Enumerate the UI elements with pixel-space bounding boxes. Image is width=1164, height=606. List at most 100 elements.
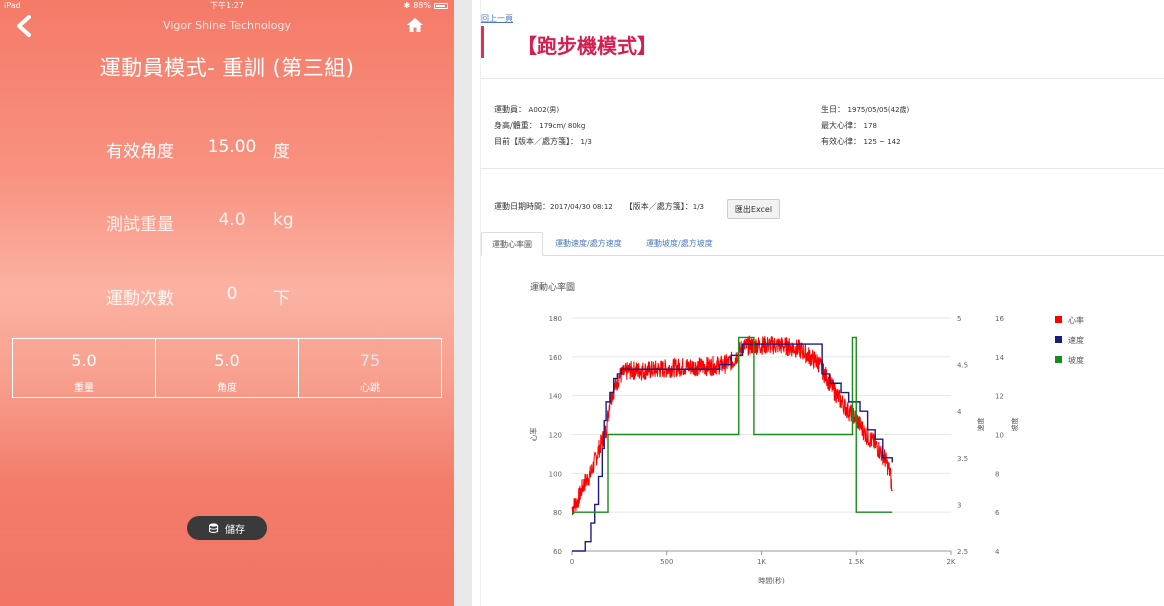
legend-label: 坡度 bbox=[1068, 355, 1084, 365]
grade-tick-label: 12 bbox=[995, 393, 1004, 401]
database-save-icon bbox=[209, 522, 219, 533]
battery-percent: 88% bbox=[413, 1, 431, 10]
grade-tick-label: 4 bbox=[995, 548, 1000, 556]
info-label: 最大心律： bbox=[821, 121, 861, 130]
home-icon bbox=[407, 18, 423, 32]
web-report-page: 回上一頁 【跑步機模式】 運動員： A002(男) 身高/體重： 179cm/ … bbox=[472, 0, 1164, 606]
speed-tick-label: 4.5 bbox=[957, 362, 968, 370]
stat-value: 5.0 bbox=[71, 351, 97, 370]
version-line: 目前【版本／處方箋】： 1/3 bbox=[494, 134, 592, 150]
param-label: 有效角度 bbox=[106, 142, 174, 162]
y-tick-label: 60 bbox=[553, 548, 562, 556]
info-label: 身高/體重： bbox=[494, 121, 537, 130]
y-tick-label: 80 bbox=[553, 509, 562, 517]
height-weight-value: 179cm/ 80kg bbox=[539, 122, 586, 130]
param-label: 運動次數 bbox=[106, 289, 174, 309]
speed-tick-label: 4 bbox=[957, 408, 962, 416]
max-hr-line: 最大心律： 178 bbox=[821, 118, 909, 134]
param-value[interactable]: 4.0 bbox=[196, 210, 268, 230]
height-weight-line: 身高/體重： 179cm/ 80kg bbox=[494, 118, 592, 134]
athlete-value: A002(男) bbox=[528, 106, 560, 114]
title-accent-bar bbox=[481, 26, 484, 58]
tab-heart-rate[interactable]: 運動心率圖 bbox=[481, 232, 543, 256]
x-tick-label: 0 bbox=[570, 558, 574, 566]
ipad-app: iPad 下午1:27 ✱ 88% Vigor Shine Technology… bbox=[0, 0, 454, 606]
version-value: 1/3 bbox=[580, 138, 592, 146]
param-value[interactable]: 0 bbox=[196, 284, 268, 304]
param-unit: kg bbox=[273, 210, 294, 230]
y-tick-label: 140 bbox=[549, 393, 562, 401]
x-tick-label: 1K bbox=[757, 558, 766, 566]
param-row-rep-count: 運動次數 0 下 bbox=[0, 284, 454, 314]
grade-tick-label: 6 bbox=[995, 509, 1000, 517]
stat-label: 角度 bbox=[217, 383, 237, 394]
report-container: 回上一頁 【跑步機模式】 運動員： A002(男) 身高/體重： 179cm/ … bbox=[480, 0, 1164, 606]
param-unit: 下 bbox=[273, 289, 290, 309]
stat-angle: 5.0 角度 bbox=[156, 339, 299, 397]
bluetooth-icon: ✱ bbox=[403, 1, 411, 10]
status-time: 下午1:27 bbox=[210, 1, 244, 10]
stat-heart-rate: 75 心跳 bbox=[299, 339, 441, 397]
info-label: 目前【版本／處方箋】： bbox=[494, 137, 578, 146]
speed-tick-label: 2.5 bbox=[957, 548, 968, 556]
stat-label: 心跳 bbox=[360, 383, 380, 394]
series-line-hr bbox=[571, 335, 893, 515]
speed-tick-label: 5 bbox=[957, 315, 961, 323]
birth-line: 生日： 1975/05/05(42歲) bbox=[821, 102, 909, 118]
y-tick-label: 120 bbox=[549, 432, 562, 440]
speed-tick-label: 3 bbox=[957, 501, 961, 509]
screenshot-root: iPad 下午1:27 ✱ 88% Vigor Shine Technology… bbox=[0, 0, 1164, 606]
home-button[interactable] bbox=[406, 16, 424, 34]
mode-title: 運動員模式- 重訓 (第三組) bbox=[99, 56, 355, 80]
param-row-effective-angle: 有效角度 15.00 度 bbox=[0, 137, 454, 167]
effective-hr-value: 125 ~ 142 bbox=[863, 138, 901, 146]
tab-speed[interactable]: 運動速度/處方速度 bbox=[545, 232, 632, 256]
grade-tick-label: 14 bbox=[995, 354, 1004, 362]
stat-value: 75 bbox=[359, 351, 381, 370]
legend-swatch bbox=[1055, 356, 1062, 363]
stats-panel: 5.0 重量 5.0 角度 75 心跳 bbox=[12, 338, 442, 398]
page-title: 【跑步機模式】 bbox=[517, 34, 657, 58]
grade-tick-label: 16 bbox=[995, 315, 1004, 323]
header-divider bbox=[481, 78, 1164, 79]
save-button[interactable]: 儲存 bbox=[187, 516, 267, 540]
max-hr-value: 178 bbox=[863, 122, 877, 130]
speed-tick-label: 3.5 bbox=[957, 455, 968, 463]
y-tick-label: 160 bbox=[549, 354, 562, 362]
athlete-info-right: 生日： 1975/05/05(42歲) 最大心律： 178 有效心律： 125 … bbox=[821, 102, 909, 150]
param-row-test-weight: 測試重量 4.0 kg bbox=[0, 210, 454, 240]
legend-label: 心率 bbox=[1068, 315, 1084, 325]
stat-weight: 5.0 重量 bbox=[13, 339, 156, 397]
legend-swatch bbox=[1055, 336, 1062, 343]
info-label: 生日： bbox=[821, 105, 845, 114]
app-title: Vigor Shine Technology bbox=[163, 19, 291, 32]
battery-icon bbox=[434, 3, 448, 9]
export-excel-button[interactable]: 匯出Excel bbox=[727, 199, 780, 219]
tab-grade[interactable]: 運動坡度/處方坡度 bbox=[636, 232, 723, 256]
info-label: 有效心律： bbox=[821, 137, 861, 146]
info-divider bbox=[481, 168, 1164, 169]
save-button-label: 儲存 bbox=[225, 524, 245, 536]
y-axis-label-hr: 心率 bbox=[529, 428, 538, 442]
legend-label: 速度 bbox=[1068, 335, 1084, 345]
chart-title: 運動心率圖 bbox=[530, 281, 575, 293]
chart-tabs: 運動心率圖 運動速度/處方速度 運動坡度/處方坡度 bbox=[481, 232, 1164, 256]
info-label: 運動日期時間： bbox=[494, 202, 550, 211]
x-axis-label: 時間(秒) bbox=[758, 576, 785, 585]
grade-tick-label: 8 bbox=[995, 470, 999, 478]
param-label: 測試重量 bbox=[106, 215, 174, 235]
status-bar: iPad 下午1:27 ✱ 88% bbox=[0, 0, 454, 12]
x-tick-label: 500 bbox=[660, 558, 673, 566]
y-axis-label-grade: 坡度 bbox=[1010, 418, 1019, 432]
back-link[interactable]: 回上一頁 bbox=[481, 13, 513, 24]
effective-hr-line: 有效心律： 125 ~ 142 bbox=[821, 134, 909, 150]
info-label: 運動員： bbox=[494, 105, 526, 114]
athlete-info-left: 運動員： A002(男) 身高/體重： 179cm/ 80kg 目前【版本／處方… bbox=[494, 102, 592, 150]
session-time-value: 2017/04/30 08:12 bbox=[550, 202, 613, 211]
param-value[interactable]: 15.00 bbox=[196, 137, 268, 157]
info-label: 【版本／處方箋】： bbox=[624, 202, 693, 211]
birth-value: 1975/05/05(42歲) bbox=[847, 106, 910, 114]
stat-label: 重量 bbox=[74, 383, 94, 394]
y-tick-label: 180 bbox=[549, 315, 562, 323]
athlete-line: 運動員： A002(男) bbox=[494, 102, 592, 118]
